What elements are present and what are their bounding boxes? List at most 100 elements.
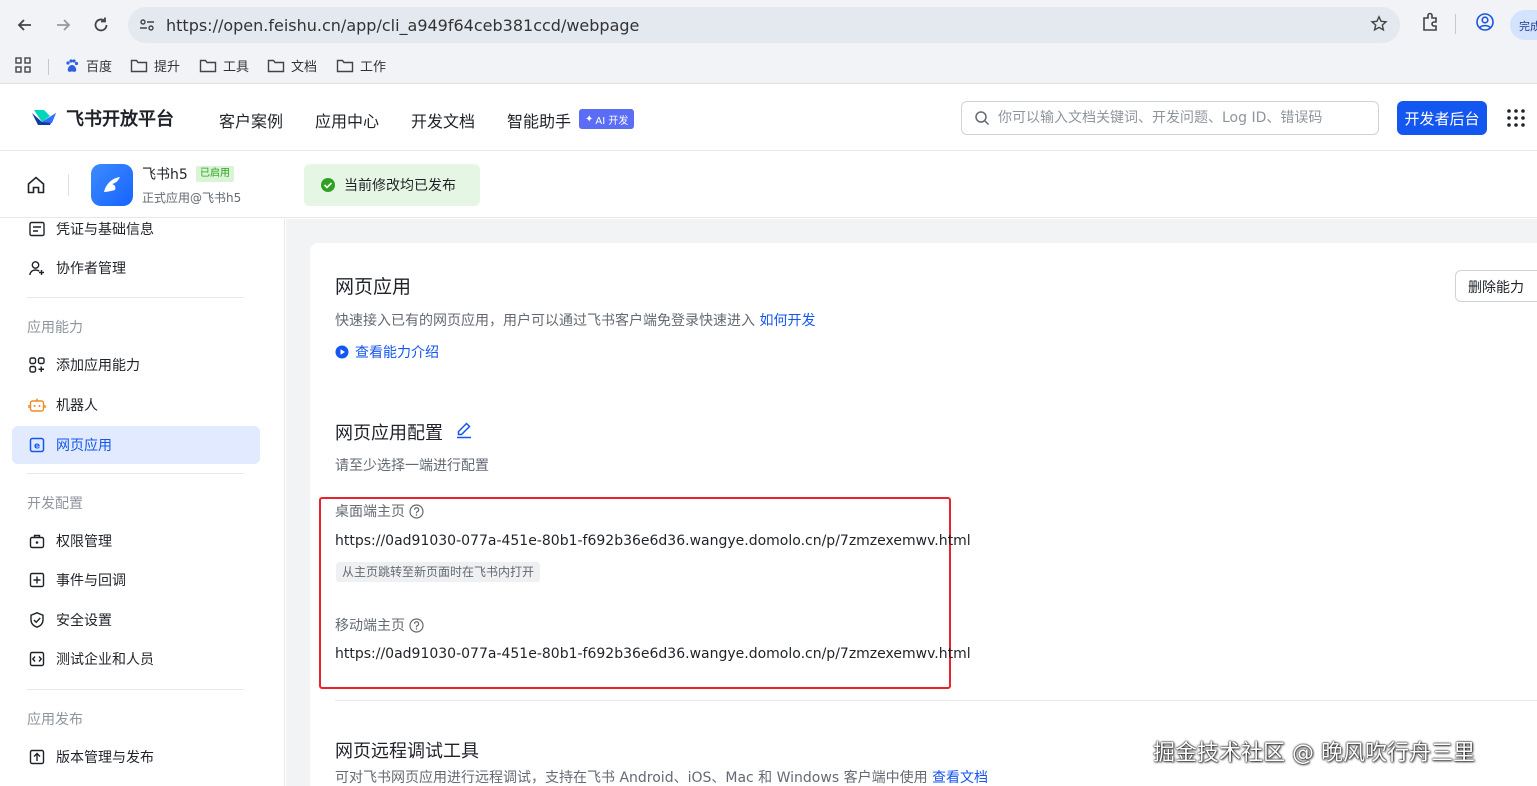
profile-button[interactable]: 完成 xyxy=(1510,10,1537,40)
sidebar-divider xyxy=(27,689,244,690)
sidebar-divider xyxy=(27,473,244,474)
sidebar-item-bot[interactable]: 机器人 xyxy=(12,386,260,424)
ai-badge: ✦ AI 开发 xyxy=(579,109,635,129)
back-arrow-icon[interactable] xyxy=(12,12,38,38)
app-name: 飞书h5 xyxy=(142,167,188,183)
check-circle-icon xyxy=(321,178,335,192)
webpage-icon: e xyxy=(29,437,45,453)
sidebar-item-add-capability[interactable]: 添加应用能力 xyxy=(12,346,260,384)
config-section-subtitle: 请至少选择一端进行配置 xyxy=(335,458,489,474)
user-plus-icon xyxy=(29,261,44,276)
id-card-icon xyxy=(29,221,45,237)
bookmark-label: 工作 xyxy=(360,60,387,75)
bookmark-label: 百度 xyxy=(86,60,113,75)
logo-text: 飞书开放平台 xyxy=(66,109,174,130)
view-docs-link[interactable]: 查看文档 xyxy=(932,770,988,786)
nav-customer-cases[interactable]: 客户案例 xyxy=(219,108,283,132)
page-description: 快速接入已有的网页应用，用户可以通过飞书客户端免登录快速进入 如何开发 xyxy=(335,313,816,329)
bookmark-folder-tisheng[interactable]: 提升 xyxy=(130,56,180,75)
bookmark-folder-tools[interactable]: 工具 xyxy=(199,56,249,75)
sidebar-group-release: 应用发布 xyxy=(27,712,83,728)
nav-smart-assistant[interactable]: 智能助手 xyxy=(507,108,571,132)
bookmark-label: 文档 xyxy=(291,60,318,75)
sidebar-item-versions[interactable]: 版本管理与发布 xyxy=(12,738,260,776)
lock-bag-icon xyxy=(29,534,45,549)
bookmarks-bar: 百度 提升 工具 文档 工作 xyxy=(0,50,1537,84)
sidebar-item-collaborators[interactable]: 协作者管理 xyxy=(12,249,260,287)
desktop-home-label: 桌面端主页 xyxy=(335,501,424,521)
how-to-develop-link[interactable]: 如何开发 xyxy=(759,313,815,329)
upload-box-icon xyxy=(29,749,45,765)
apps-grid-icon[interactable] xyxy=(14,56,32,78)
browser-toolbar: https://open.feishu.cn/app/cli_a949f64ce… xyxy=(0,0,1537,50)
debug-tool-title: 网页远程调试工具 xyxy=(335,741,479,762)
help-circle-icon[interactable] xyxy=(409,503,424,519)
nav-app-center[interactable]: 应用中心 xyxy=(315,108,379,132)
developer-console-button[interactable]: 开发者后台 xyxy=(1397,101,1487,135)
doc-search[interactable] xyxy=(961,101,1379,135)
extensions-icon[interactable] xyxy=(1420,12,1440,36)
bookmarks-divider xyxy=(48,59,49,75)
sidebar-divider xyxy=(27,297,244,298)
sidebar-group-dev-config: 开发配置 xyxy=(27,496,83,512)
sidebar-item-permissions[interactable]: 权限管理 xyxy=(12,522,260,560)
feishu-logo[interactable]: 飞书开放平台 xyxy=(30,105,174,131)
delete-capability-button[interactable]: 删除能力 xyxy=(1455,270,1537,302)
reload-icon[interactable] xyxy=(88,12,114,38)
edit-pencil-icon[interactable] xyxy=(455,421,473,444)
more-grid-icon[interactable] xyxy=(1506,108,1526,132)
folder-icon xyxy=(199,59,217,72)
app-logo-icon xyxy=(104,177,120,192)
nav-dev-docs[interactable]: 开发文档 xyxy=(411,108,475,132)
feishu-bird-icon xyxy=(32,110,56,125)
bookmark-folder-docs[interactable]: 文档 xyxy=(267,56,317,75)
app-header: 飞书开放平台 客户案例 应用中心 开发文档 智能助手 ✦AI 开发 开发者后台 xyxy=(0,85,1537,151)
forward-arrow-icon[interactable] xyxy=(50,12,76,38)
page-title: 网页应用 xyxy=(335,276,412,298)
bookmark-star-icon[interactable] xyxy=(1370,15,1388,37)
toolbar-divider xyxy=(1455,14,1456,34)
code-box-icon xyxy=(29,651,45,667)
sidebar-item-events[interactable]: 事件与回调 xyxy=(12,561,260,599)
play-circle-icon xyxy=(335,345,349,359)
home-icon[interactable] xyxy=(26,175,46,199)
bookmark-folder-work[interactable]: 工作 xyxy=(336,56,386,75)
address-bar[interactable]: https://open.feishu.cn/app/cli_a949f64ce… xyxy=(128,7,1400,43)
sidebar-item-test-org[interactable]: 测试企业和人员 xyxy=(12,640,260,678)
event-plus-icon xyxy=(29,572,45,588)
desktop-home-url: https://0ad91030-077a-451e-80b1-f692b36e… xyxy=(335,533,971,549)
sidebar-item-webpage[interactable]: e 网页应用 xyxy=(12,426,260,464)
bookmark-label: 工具 xyxy=(223,60,250,75)
help-circle-icon[interactable] xyxy=(409,617,424,633)
config-section-title: 网页应用配置 xyxy=(335,419,473,445)
capability-intro-link[interactable]: 查看能力介绍 xyxy=(335,342,439,362)
url-text[interactable]: https://open.feishu.cn/app/cli_a949f64ce… xyxy=(166,16,639,35)
folder-icon xyxy=(130,59,148,72)
sidebar-item-security[interactable]: 安全设置 xyxy=(12,601,260,639)
app-avatar xyxy=(91,164,133,206)
sidebar-item-credentials[interactable]: 凭证与基础信息 xyxy=(12,210,260,248)
paw-icon xyxy=(66,58,79,72)
app-bar: 飞书h5 已启用 正式应用@飞书h5 当前修改均已发布 xyxy=(0,152,1537,218)
search-input[interactable] xyxy=(998,108,1368,128)
status-badge: 已启用 xyxy=(196,166,234,182)
folder-icon xyxy=(267,59,285,72)
svg-text:e: e xyxy=(34,442,40,452)
sidebar: 凭证与基础信息 协作者管理 应用能力 添加应用能力 机器人 e 网页应用 开发配… xyxy=(0,219,285,786)
app-org: 正式应用@飞书h5 xyxy=(142,191,242,205)
bookmark-baidu[interactable]: 百度 xyxy=(64,56,112,75)
robot-icon xyxy=(28,398,46,412)
open-in-feishu-tag: 从主页跳转至新页面时在飞书内打开 xyxy=(336,562,541,582)
publish-status: 当前修改均已发布 xyxy=(304,164,480,206)
watermark: 掘金技术社区 @ 晚风吹行舟三里 xyxy=(1153,741,1475,766)
mobile-home-url: https://0ad91030-077a-451e-80b1-f692b36e… xyxy=(335,646,971,662)
app-bar-divider xyxy=(68,174,69,196)
shield-icon xyxy=(30,612,44,628)
site-info-icon[interactable] xyxy=(138,16,156,38)
account-icon[interactable] xyxy=(1475,12,1495,36)
debug-tool-description: 可对飞书网页应用进行远程调试，支持在飞书 Android、iOS、Mac 和 W… xyxy=(335,770,989,786)
bookmark-label: 提升 xyxy=(154,60,181,75)
mobile-home-label: 移动端主页 xyxy=(335,615,424,635)
section-divider xyxy=(335,700,1537,701)
apps-add-icon xyxy=(29,357,45,373)
